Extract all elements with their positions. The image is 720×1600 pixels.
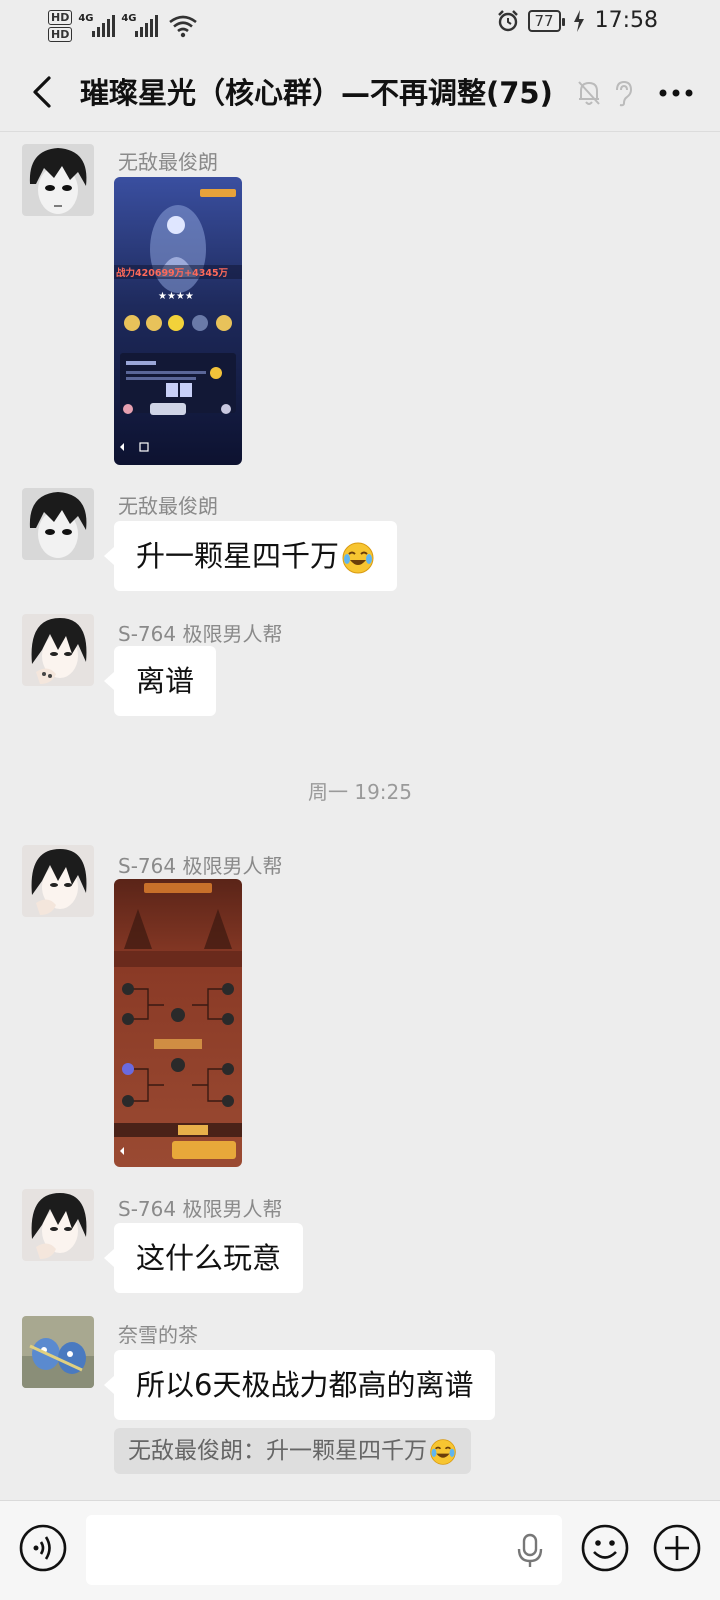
message-text: 所以6天极战力都高的离谱 [136, 1368, 474, 1402]
more-icon [659, 89, 693, 97]
sender-name: S-764 极限男人帮 [118, 1197, 283, 1221]
avatar-s764-2[interactable] [22, 845, 94, 917]
avatar-wudi[interactable] [22, 144, 94, 216]
more-functions-button[interactable] [652, 1523, 702, 1573]
hd-badge-2: HD [48, 27, 73, 42]
text-bubble[interactable]: 离谱 [103, 646, 217, 716]
emoji-icon [581, 1524, 629, 1572]
avatar-wudi-2[interactable] [22, 488, 94, 560]
battery-indicator: 77 [527, 9, 565, 32]
mic-icon [517, 1533, 543, 1567]
net-label-1: 4G [78, 13, 94, 24]
message-text: 这什么玩意 [136, 1241, 282, 1275]
image-message-game-bracket[interactable] [114, 879, 242, 1167]
sender-name: 奈雪的茶 [118, 1323, 198, 1347]
mic-button[interactable] [512, 1531, 548, 1571]
quoted-reply[interactable]: 无敌最俊朗：升一颗星四千万 [114, 1428, 471, 1474]
voice-icon [19, 1524, 67, 1572]
sender-name: 无敌最俊朗 [118, 150, 218, 174]
voice-toggle-button[interactable] [18, 1523, 68, 1573]
status-bar: HD HD 4G 4G 77 17:58 [0, 0, 720, 50]
ear-icon [616, 80, 633, 107]
avatar-s764[interactable] [22, 614, 94, 686]
text-bubble[interactable]: 所以6天极战力都高的离谱 [103, 1350, 496, 1420]
status-time: 17:58 [594, 8, 658, 33]
earpiece-indicator [606, 76, 640, 110]
quote-text: 无敌最俊朗：升一颗星四千万 [128, 1438, 427, 1464]
input-bar [0, 1500, 720, 1600]
back-icon [33, 76, 51, 108]
hd-indicators: HD HD [48, 10, 73, 42]
sender-name: S-764 极限男人帮 [118, 854, 283, 878]
alarm-icon [497, 9, 518, 31]
mute-icon [578, 81, 600, 105]
wifi-icon [169, 15, 198, 38]
power-text: 战力420699万+4345万 [116, 267, 229, 279]
avatar-s764-3[interactable] [22, 1189, 94, 1261]
chat-header: 璀璨星光（核心群）—不再调整(75) [0, 52, 720, 132]
text-bubble[interactable]: 升一颗星四千万 [103, 521, 398, 591]
net-label-2: 4G [121, 13, 137, 24]
back-button[interactable] [22, 68, 62, 116]
sender-name: 无敌最俊朗 [118, 494, 218, 518]
signal-icon-2: 4G [121, 13, 159, 37]
status-right: 77 17:58 [496, 8, 658, 33]
message-input[interactable] [86, 1515, 562, 1585]
message-text: 离谱 [136, 664, 195, 698]
emoji-button[interactable] [580, 1523, 630, 1573]
signal-icon: 4G [78, 13, 116, 37]
message-text: 升一颗星四千万 [136, 539, 340, 573]
svg-text:★★★★: ★★★★ [158, 291, 194, 302]
text-bubble[interactable]: 这什么玩意 [103, 1223, 304, 1293]
time-divider: 周一 19:25 [308, 780, 412, 804]
mute-indicator [572, 76, 606, 110]
hd-badge-1: HD [48, 10, 73, 25]
chat-title: 璀璨星光（核心群）—不再调整(75) [80, 76, 553, 110]
laughing-crying-emoji-icon [430, 1438, 456, 1465]
sender-name: S-764 极限男人帮 [118, 622, 283, 646]
avatar-naixue[interactable] [22, 1316, 94, 1388]
plus-icon [653, 1524, 701, 1572]
status-left: HD HD 4G 4G [48, 6, 198, 46]
image-message-game-power[interactable]: 战力420699万+4345万 ★★★★ [114, 177, 242, 465]
charging-icon [573, 9, 584, 32]
laughing-crying-emoji-icon [342, 542, 374, 574]
more-button[interactable] [656, 76, 696, 110]
